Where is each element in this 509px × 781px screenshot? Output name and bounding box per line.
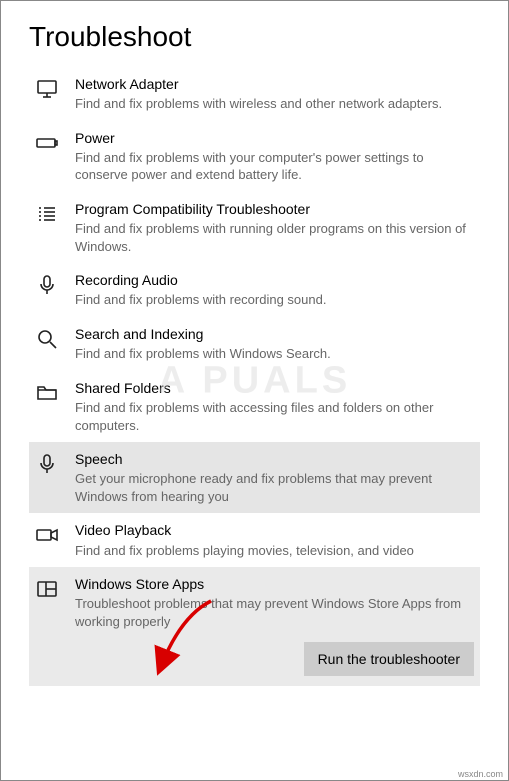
item-text: Program Compatibility Troubleshooter Find… (75, 200, 474, 255)
folder-icon (35, 381, 59, 405)
item-text: Network Adapter Find and fix problems wit… (75, 75, 474, 113)
list-icon (35, 202, 59, 226)
item-title: Program Compatibility Troubleshooter (75, 200, 474, 218)
item-desc: Get your microphone ready and fix proble… (75, 470, 474, 505)
item-title: Search and Indexing (75, 325, 474, 343)
item-desc: Find and fix problems with your computer… (75, 149, 474, 184)
item-title: Shared Folders (75, 379, 474, 397)
troubleshoot-item-video-playback[interactable]: Video Playback Find and fix problems play… (29, 513, 480, 567)
button-row: Run the troubleshooter (29, 638, 480, 686)
troubleshoot-item-speech[interactable]: Speech Get your microphone ready and fix … (29, 442, 480, 513)
troubleshoot-item-network-adapter[interactable]: Network Adapter Find and fix problems wit… (29, 67, 480, 121)
apps-icon (35, 577, 59, 601)
monitor-icon (35, 77, 59, 101)
item-title: Recording Audio (75, 271, 474, 289)
mic-icon (35, 452, 59, 476)
page-title: Troubleshoot (29, 21, 480, 53)
item-title: Windows Store Apps (75, 575, 474, 593)
troubleshoot-item-program-compatibility-troubleshooter[interactable]: Program Compatibility Troubleshooter Find… (29, 192, 480, 263)
item-desc: Find and fix problems with accessing fil… (75, 399, 474, 434)
mic-icon (35, 273, 59, 297)
battery-icon (35, 131, 59, 155)
item-text: Recording Audio Find and fix problems wit… (75, 271, 474, 309)
item-desc: Find and fix problems with running older… (75, 220, 474, 255)
item-desc: Find and fix problems with recording sou… (75, 291, 474, 309)
item-text: Search and Indexing Find and fix problems… (75, 325, 474, 363)
item-title: Speech (75, 450, 474, 468)
troubleshoot-item-power[interactable]: Power Find and fix problems with your com… (29, 121, 480, 192)
video-icon (35, 523, 59, 547)
item-desc: Find and fix problems with wireless and … (75, 95, 474, 113)
item-text: Video Playback Find and fix problems play… (75, 521, 474, 559)
item-title: Video Playback (75, 521, 474, 539)
item-title: Power (75, 129, 474, 147)
footer-attribution: wsxdn.com (458, 769, 503, 779)
search-icon (35, 327, 59, 351)
item-text: Windows Store Apps Troubleshoot problems … (75, 575, 474, 630)
run-troubleshooter-button[interactable]: Run the troubleshooter (304, 642, 474, 676)
troubleshoot-item-recording-audio[interactable]: Recording Audio Find and fix problems wit… (29, 263, 480, 317)
troubleshoot-item-search-and-indexing[interactable]: Search and Indexing Find and fix problems… (29, 317, 480, 371)
troubleshoot-item-windows-store-apps[interactable]: Windows Store Apps Troubleshoot problems … (29, 567, 480, 638)
item-title: Network Adapter (75, 75, 474, 93)
item-text: Shared Folders Find and fix problems with… (75, 379, 474, 434)
item-desc: Troubleshoot problems that may prevent W… (75, 595, 474, 630)
troubleshoot-item-shared-folders[interactable]: Shared Folders Find and fix problems with… (29, 371, 480, 442)
item-desc: Find and fix problems with Windows Searc… (75, 345, 474, 363)
item-text: Power Find and fix problems with your com… (75, 129, 474, 184)
item-text: Speech Get your microphone ready and fix … (75, 450, 474, 505)
item-desc: Find and fix problems playing movies, te… (75, 542, 474, 560)
